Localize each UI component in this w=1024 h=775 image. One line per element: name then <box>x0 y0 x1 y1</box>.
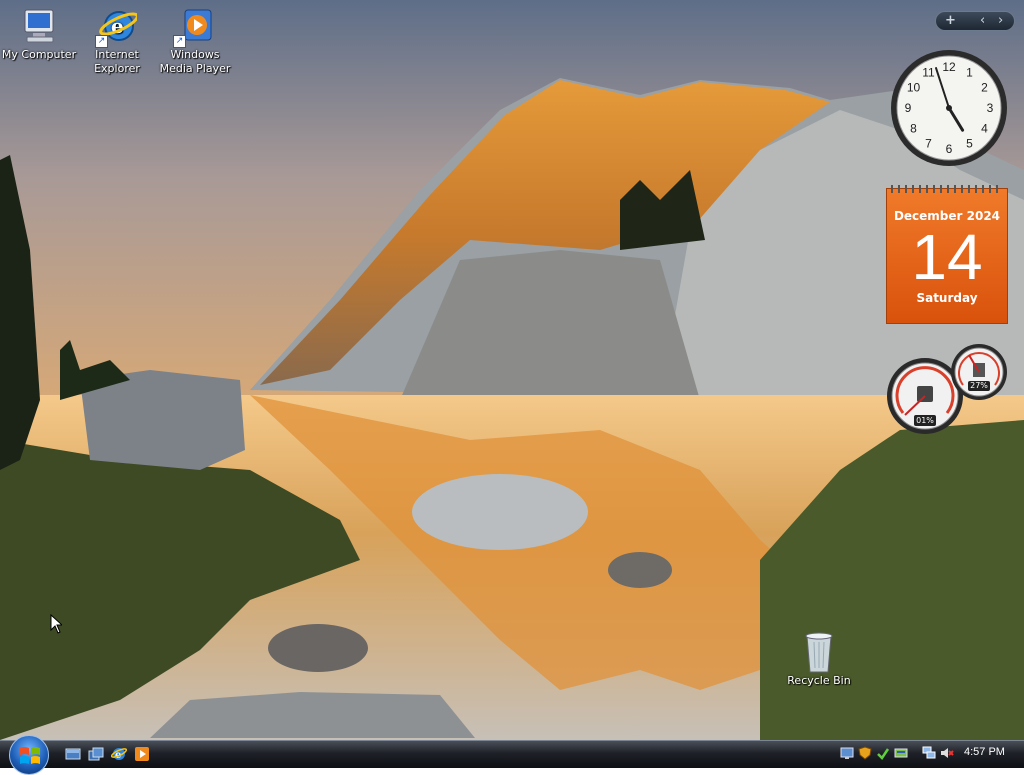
desktop-icon-label-line2: Explorer <box>94 62 140 75</box>
desktop-icon-label-line1: Internet <box>95 48 139 61</box>
add-gadget-button[interactable]: + <box>945 13 956 29</box>
internet-explorer-icon[interactable]: e <box>110 746 128 762</box>
sidebar-controls: + ‹ › <box>935 11 1015 31</box>
shortcut-arrow-icon: ↗ <box>173 35 186 48</box>
desktop-icon-my-computer[interactable]: My Computer <box>1 0 77 62</box>
update-icon[interactable] <box>876 746 890 760</box>
volume-muted-icon[interactable] <box>940 746 954 760</box>
sidebar-next-button[interactable]: › <box>998 13 1003 29</box>
mouse-cursor-icon <box>50 614 62 634</box>
clock-gadget[interactable]: 1 2 3 4 5 6 7 8 9 10 11 12 <box>889 48 1009 168</box>
memory-percent: 27% <box>970 381 988 390</box>
clock-numeral: 4 <box>981 122 988 136</box>
clock-numeral: 9 <box>905 101 912 115</box>
network-icon[interactable] <box>840 746 854 760</box>
calendar-day: 14 <box>911 221 983 293</box>
media-player-icon: ↗ <box>173 6 215 48</box>
recycle-bin-label: Recycle Bin <box>787 674 851 687</box>
security-icon[interactable] <box>858 746 872 760</box>
clock-numeral: 5 <box>966 137 973 151</box>
clock-numeral: 7 <box>925 137 932 151</box>
clock-numeral: 1 <box>966 65 973 79</box>
clock-numeral: 2 <box>981 81 988 95</box>
cpu-percent: 01% <box>916 416 934 425</box>
start-button[interactable] <box>9 735 49 775</box>
desktop-icon-label-line1: Windows <box>170 48 220 61</box>
sidebar-prev-button[interactable]: ‹ <box>980 13 985 29</box>
internet-explorer-icon: e ↗ <box>95 6 139 48</box>
desktop-wallpaper: My Computer e ↗ Internet Explorer ↗ Wind… <box>0 0 1024 740</box>
cpu-meter-gadget[interactable]: 01% 27% <box>885 343 1009 437</box>
clock-numeral: 8 <box>910 122 917 136</box>
clock-numeral: 6 <box>946 142 953 156</box>
shortcut-arrow-icon: ↗ <box>95 35 108 48</box>
clock-numeral: 3 <box>987 101 994 115</box>
wallpaper-landscape <box>0 0 1024 740</box>
calendar-rings <box>891 185 1003 193</box>
recycle-bin-icon <box>799 630 839 674</box>
desktop-icon-label-line2: Media Player <box>159 62 231 75</box>
taskbar-clock[interactable]: 4:57 PM <box>964 746 1005 758</box>
switch-windows-icon[interactable] <box>88 746 104 762</box>
clock-numeral: 12 <box>942 60 956 74</box>
desktop-icon-media-player[interactable]: ↗ Windows Media Player <box>157 0 233 76</box>
computer-icon <box>19 6 59 46</box>
windows-logo-icon <box>20 747 40 764</box>
desktop-icon-recycle-bin[interactable]: Recycle Bin <box>782 630 856 687</box>
clock-numeral: 11 <box>922 65 935 79</box>
calendar-gadget[interactable]: December 2024 14 Saturday <box>886 185 1008 324</box>
desktop-icon-internet-explorer[interactable]: e ↗ Internet Explorer <box>79 0 155 76</box>
monitor-icon[interactable] <box>922 746 936 760</box>
calendar-weekday: Saturday <box>916 291 978 305</box>
show-desktop-icon[interactable] <box>65 746 81 762</box>
desktop-icon-label: My Computer <box>1 48 77 61</box>
drive-icon[interactable] <box>894 746 908 760</box>
media-player-icon[interactable] <box>134 746 150 762</box>
clock-numeral: 10 <box>907 81 921 95</box>
